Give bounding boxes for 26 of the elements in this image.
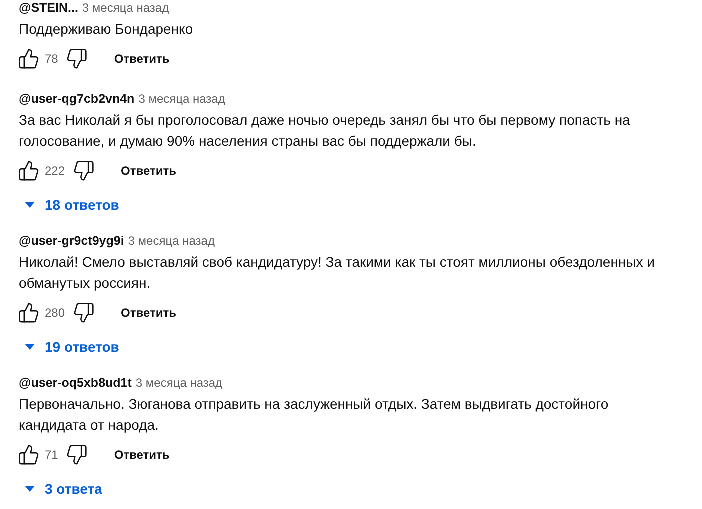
comment-text: Николай! Смело выставляй своб кандидатуру! За такими как ты стоят миллионы обездоленных и обманутых россиян. [19,253,656,293]
comment-author[interactable]: @user-gr9ct9yg9i [19,233,124,249]
comment-author[interactable]: @STEIN... [19,0,78,16]
comment-author[interactable]: @user-qg7cb2vn4n [19,91,135,107]
comment-text: За вас Николай я бы проголосовал даже ночью очередь занял бы что бы первому попасть на голосование, и думаю 90% населения страны вас бы поддержали бы. [19,111,632,151]
reply-button[interactable]: Ответить [106,444,178,466]
caret-icon [25,202,35,208]
replies-toggle[interactable]: 19 ответов [21,333,124,361]
reply-button[interactable]: Ответить [106,48,178,70]
reply-button[interactable]: Ответить [113,160,184,182]
caret-icon [25,486,35,492]
comment-time: 3 месяца назад [136,375,223,391]
comment-time: 3 месяца назад [82,0,170,16]
like-count: 71 [45,448,58,462]
replies-toggle[interactable]: 18 ответов [21,191,124,219]
comment-text: Поддерживаю Бондаренко [19,20,194,39]
comment-text: Первоначально. Зюганова отправить на заслуженный отдых. Затем выдвигать достойного кандидата от народа. [19,395,610,435]
like-count: 222 [45,164,66,178]
comment-time: 3 месяца назад [138,91,226,107]
replies-toggle[interactable]: 3 ответа [21,475,106,503]
like-count: 280 [45,306,66,320]
caret-icon [25,344,35,350]
comment-author[interactable]: @user-oq5xb8ud1t [19,375,132,391]
like-count: 78 [45,52,58,66]
comment-time: 3 месяца назад [128,233,215,249]
reply-button[interactable]: Ответить [113,302,184,324]
